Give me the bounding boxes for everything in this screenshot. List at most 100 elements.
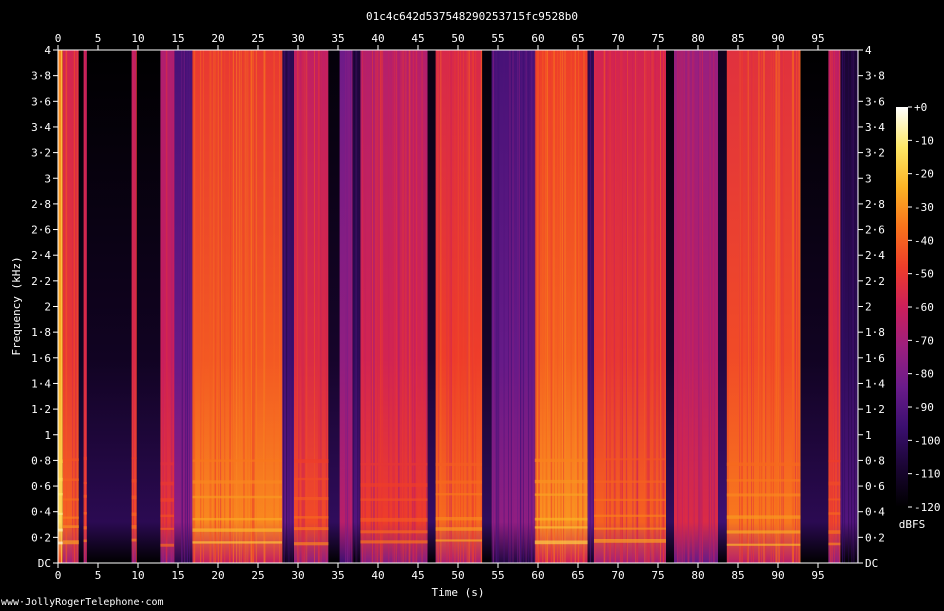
spectrogram-harmonic (294, 542, 329, 546)
spectrogram-streak (283, 50, 285, 563)
spectrogram-streak (466, 50, 468, 563)
spectrogram-streak (359, 50, 361, 563)
spectrogram-streak (238, 50, 240, 563)
spectrogram-streak (229, 50, 231, 563)
spectrogram-streak (233, 50, 235, 563)
spectrogram-streak (214, 50, 216, 563)
spectrogram-streak (76, 50, 78, 563)
spectrogram-streak (472, 50, 474, 563)
spectrogram-streak (701, 50, 703, 563)
x-tick-label: 10 (131, 32, 144, 45)
x-tick-label: 55 (491, 569, 504, 582)
spectrogram-streak (746, 50, 748, 563)
spectrogram-streak (289, 50, 291, 563)
y-tick-label: 2·4 (31, 249, 51, 262)
y-tick-label: 2·8 (865, 198, 885, 211)
spectrogram-streak (351, 50, 353, 563)
spectrogram-streak (741, 50, 743, 563)
spectrogram-streak (240, 50, 242, 563)
spectrogram-streak (263, 50, 265, 563)
spectrogram-harmonic (58, 528, 63, 532)
spectrogram-streak (75, 50, 77, 563)
spectrogram-streak (219, 50, 221, 563)
spectrogram-streak (171, 50, 173, 563)
spectrogram-streak (213, 50, 215, 563)
spectrogram-streak (508, 50, 510, 563)
y-axis-label: Frequency (kHz) (10, 256, 23, 355)
spectrogram-segment (328, 50, 340, 563)
spectrogram-segment (800, 50, 829, 563)
spectrogram-streak (613, 50, 615, 563)
y-tick-label: 2·2 (865, 275, 885, 288)
spectrogram-harmonic (62, 516, 79, 519)
spectrogram-harmonic (828, 498, 841, 501)
spectrogram-streak (520, 50, 522, 563)
y-tick-label: 3·6 (865, 95, 885, 108)
spectrogram-segment (718, 50, 727, 563)
spectrogram-harmonic (294, 496, 329, 501)
x-tick-label: 70 (611, 569, 624, 582)
spectrogram-harmonic (83, 512, 87, 515)
spectrogram-streak (632, 50, 634, 563)
y-tick-label: 1·2 (31, 403, 51, 416)
spectrogram-streak (357, 50, 359, 563)
spectrogram-streak (286, 50, 288, 563)
x-tick-label: 90 (771, 569, 784, 582)
spectrogram-streak (574, 50, 576, 563)
spectrogram-harmonic (83, 482, 87, 485)
spectrogram-harmonic (131, 479, 137, 483)
spectrogram-streak (281, 50, 283, 563)
spectrogram-streak (553, 50, 555, 563)
y-tick-label: 3·2 (865, 147, 885, 160)
spectrogram-streak (203, 50, 205, 563)
spectrogram-harmonic (294, 527, 329, 531)
x-tick-label: 60 (531, 32, 544, 45)
y-tick-label: 2·6 (31, 224, 51, 237)
y-tick-label: 3·2 (31, 147, 51, 160)
spectrogram-harmonic (828, 542, 841, 546)
spectrogram-streak (583, 50, 585, 563)
spectrogram-harmonic (360, 540, 428, 544)
spectrogram-streak (776, 50, 778, 563)
spectrogram-streak (251, 50, 253, 563)
y-tick-label: 1·6 (31, 352, 51, 365)
x-tick-label: 85 (731, 569, 744, 582)
spectrogram-streak (303, 50, 305, 563)
spectrogram-streak (471, 50, 473, 563)
spectrogram-streak (448, 50, 450, 563)
spectrogram-harmonic (360, 462, 428, 466)
x-tick-label: 20 (211, 569, 224, 582)
y-tick-label: 2·6 (865, 224, 885, 237)
x-tick-label: 5 (95, 569, 102, 582)
x-tick-label: 95 (811, 569, 824, 582)
colorbar-tick-label: -50 (914, 268, 934, 281)
colorbar-label: dBFS (899, 518, 926, 531)
x-tick-label: 40 (371, 32, 384, 45)
spectrogram-streak (509, 50, 511, 563)
spectrogram-streak (512, 50, 514, 563)
spectrogram-streak (301, 50, 303, 563)
spectrogram-streak (778, 50, 780, 563)
spectrogram-harmonic (360, 498, 428, 501)
x-tick-label: 15 (171, 32, 184, 45)
x-tick-label: 75 (651, 569, 664, 582)
chart-title: 01c4c642d537548290253715fc9528b0 (366, 10, 578, 23)
x-tick-label: 55 (491, 32, 504, 45)
spectrogram-harmonic (726, 493, 801, 497)
spectrogram-streak (503, 50, 505, 563)
spectrogram-streak (663, 50, 665, 563)
spectrogram-streak (481, 50, 483, 563)
spectrogram-streak (181, 50, 183, 563)
x-tick-label: 45 (411, 32, 424, 45)
spectrogram-harmonic (58, 492, 63, 496)
spectrogram-streak (658, 50, 660, 563)
spectrogram-streak (837, 50, 839, 563)
spectrogram-streak (557, 50, 559, 563)
spectrogram-harmonic (435, 480, 482, 484)
x-tick-label: 0 (55, 569, 62, 582)
spectrogram-streak (692, 50, 694, 563)
spectrogram-streak (186, 50, 188, 563)
y-tick-label: 2 (44, 301, 51, 314)
spectrogram-harmonic (131, 525, 137, 529)
spectrogram-streak (797, 50, 799, 563)
